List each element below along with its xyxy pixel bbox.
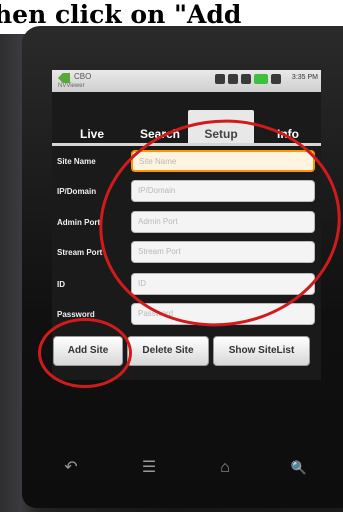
delete-site-button[interactable]: Delete Site — [127, 336, 209, 366]
signal-icon — [241, 74, 251, 84]
app-subtitle: NVViewer — [58, 83, 85, 89]
status-time: 3:35 PM — [291, 74, 318, 81]
annotation-circle-add-site — [38, 318, 132, 388]
battery-icon — [254, 74, 268, 84]
search-icon[interactable]: 🔍 — [288, 458, 310, 478]
notification-icon — [215, 74, 225, 84]
menu-icon[interactable]: ☰ — [138, 458, 160, 478]
back-icon[interactable]: ↶ — [60, 458, 82, 478]
password-label: Password — [57, 310, 95, 319]
status-icons — [215, 74, 281, 84]
app-logo-icon — [58, 73, 70, 83]
alarm-icon — [271, 74, 281, 84]
notification-icon — [228, 74, 238, 84]
app-title: CBO — [74, 72, 92, 81]
home-icon[interactable]: ⌂ — [214, 458, 236, 478]
tab-live[interactable]: Live — [62, 110, 122, 144]
show-sitelist-button[interactable]: Show SiteList — [213, 336, 310, 366]
status-bar: CBO NVViewer 3:35 PM — [52, 70, 321, 92]
android-nav-bar: ↶ ☰ ⌂ 🔍 — [40, 444, 340, 494]
